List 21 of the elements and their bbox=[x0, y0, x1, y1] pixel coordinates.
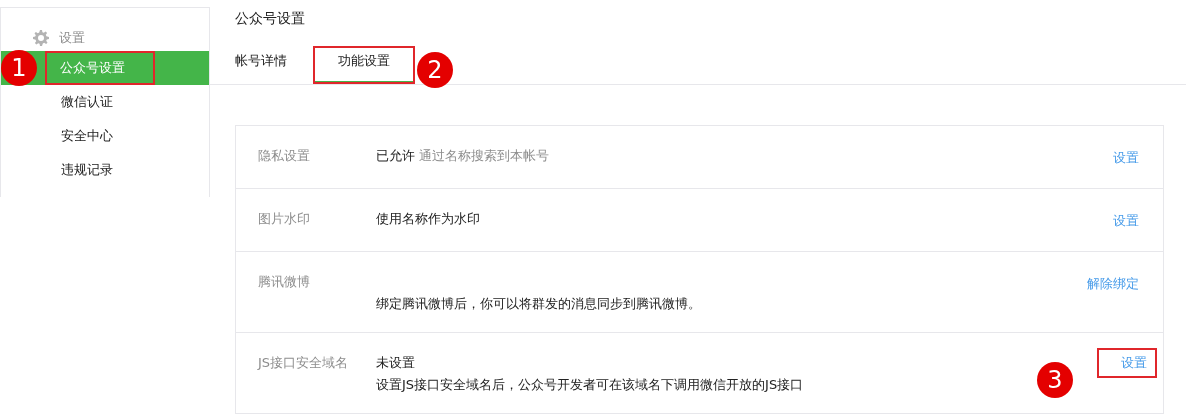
setting-hint: 通过名称搜索到本帐号 bbox=[419, 148, 549, 163]
setting-value: 未设置 bbox=[376, 355, 415, 370]
setting-label: 图片水印 bbox=[258, 210, 311, 228]
number-badge: 1 bbox=[1, 50, 37, 86]
tab[interactable]: 帐号详情 bbox=[235, 46, 313, 84]
setting-description: 绑定腾讯微博后，你可以将群发的消息同步到腾讯微博。 bbox=[376, 295, 701, 313]
setting-description: 设置JS接口安全域名后，公众号开发者可在该域名下调用微信开放的JS接口 bbox=[376, 376, 804, 394]
page-title: 公众号设置 bbox=[234, 9, 306, 28]
sidebar-item[interactable]: 微信认证 bbox=[45, 85, 129, 119]
setting-value: 使用名称作为水印 bbox=[376, 211, 480, 226]
setting-label: 隐私设置 bbox=[258, 147, 311, 165]
number-badge: 2 bbox=[417, 52, 453, 88]
sidebar-item[interactable]: 安全中心 bbox=[45, 119, 129, 153]
setting-label: JS接口安全域名 bbox=[258, 354, 350, 372]
sidebar-item[interactable]: 违规记录 bbox=[45, 153, 129, 187]
tab[interactable]: 功能设置 bbox=[313, 46, 415, 84]
number-badge: 3 bbox=[1037, 362, 1073, 398]
setting-value: 已允许 bbox=[376, 148, 415, 163]
gear-icon bbox=[33, 30, 49, 46]
sidebar-section-title: 设置 bbox=[59, 29, 85, 47]
setting-label: 腾讯微博 bbox=[258, 273, 311, 291]
